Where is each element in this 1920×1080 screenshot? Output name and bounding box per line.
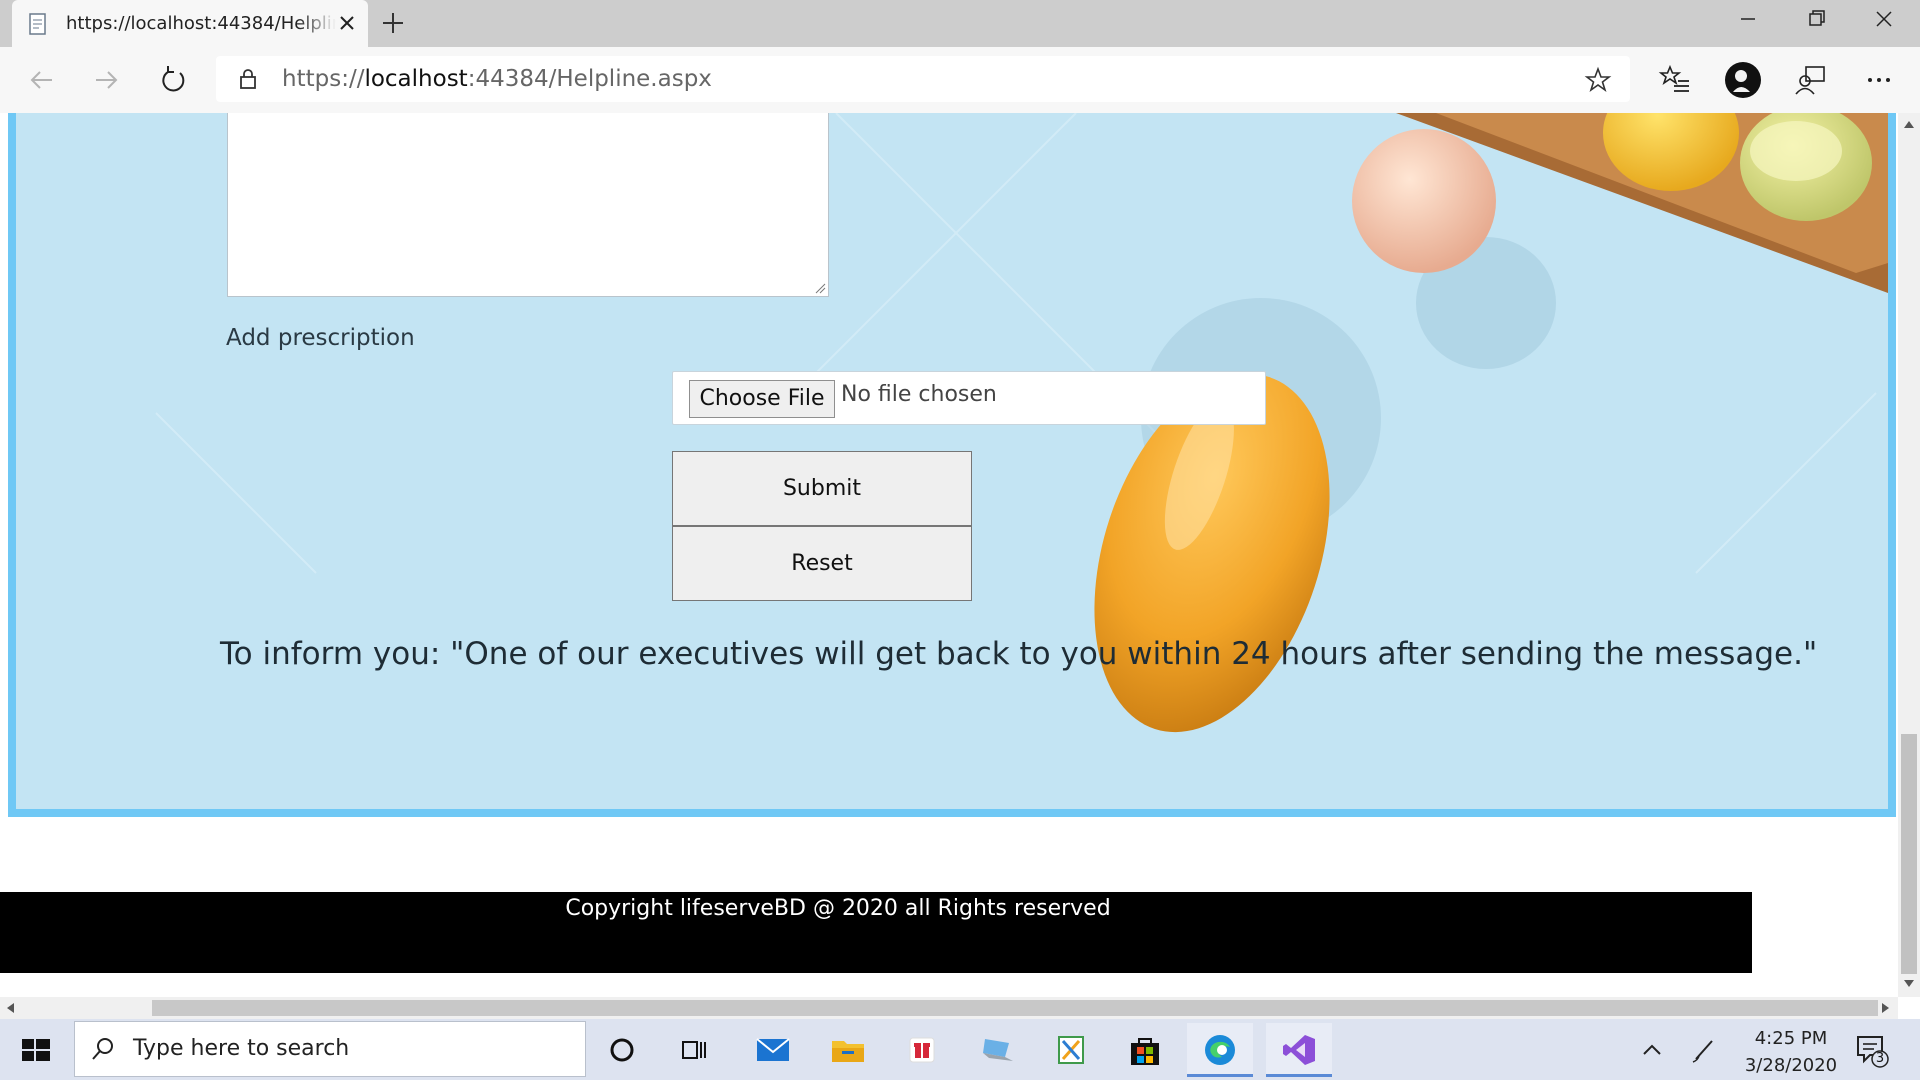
visual-studio-icon[interactable] (1266, 1023, 1332, 1077)
profile-avatar[interactable] (1724, 61, 1762, 99)
new-tab-icon[interactable] (378, 8, 408, 38)
url-host: localhost (364, 66, 468, 92)
scroll-right-icon[interactable] (1878, 1001, 1892, 1015)
system-clock[interactable]: 4:25 PM 3/28/2020 (1736, 1025, 1846, 1079)
file-status-text: No file chosen (841, 382, 997, 407)
response-time-notice: To inform you: "One of our executives wi… (220, 636, 1818, 672)
laptop-icon[interactable] (964, 1023, 1030, 1077)
message-textarea[interactable] (227, 113, 829, 297)
favorites-icon[interactable] (1656, 61, 1694, 99)
windows-start-icon[interactable] (14, 1033, 58, 1067)
navigation-bar: https://localhost:44384/Helpline.aspx (0, 47, 1920, 114)
tab-title: https://localhost:44384/Helpline.aspx (66, 13, 336, 34)
close-tab-icon[interactable] (334, 10, 360, 36)
notification-count: 3 (1875, 1051, 1885, 1066)
refresh-icon[interactable] (154, 61, 192, 99)
vertical-scroll-thumb[interactable] (1901, 734, 1917, 974)
lock-icon (240, 69, 256, 89)
search-icon (92, 1038, 113, 1060)
snip-icon[interactable] (1038, 1023, 1104, 1077)
horizontal-scroll-thumb[interactable] (152, 1000, 1878, 1016)
show-hidden-icons-icon[interactable] (1635, 1033, 1669, 1067)
address-bar[interactable]: https://localhost:44384/Helpline.aspx (216, 56, 1630, 102)
url-path: :44384/Helpline.aspx (467, 66, 712, 92)
choose-file-button[interactable]: Choose File (689, 380, 835, 418)
notification-center-button[interactable]: 3 (1852, 1031, 1892, 1071)
helpline-form-section: Add prescription Choose File No file cho… (8, 113, 1896, 817)
gift-icon[interactable] (889, 1023, 955, 1077)
prescription-label: Add prescription (226, 325, 415, 351)
scroll-left-icon[interactable] (4, 1001, 18, 1015)
page-icon (29, 13, 46, 35)
file-explorer-icon[interactable] (815, 1023, 881, 1077)
minimize-icon[interactable] (1728, 4, 1768, 34)
feedback-icon[interactable] (1792, 61, 1830, 99)
restore-icon[interactable] (1796, 4, 1836, 34)
notification-icon (1857, 1036, 1889, 1068)
scroll-down-icon[interactable] (1902, 976, 1916, 990)
forward-icon[interactable] (88, 61, 126, 99)
resize-grip-icon[interactable] (814, 282, 826, 294)
more-options-icon[interactable] (1860, 61, 1898, 99)
store-icon[interactable] (1112, 1023, 1178, 1077)
copyright-text: Copyright lifeserveBD @ 2020 all Rights … (565, 896, 1111, 921)
submit-button[interactable]: Submit (672, 451, 972, 526)
browser-tab[interactable]: https://localhost:44384/Helpline.aspx (12, 0, 368, 47)
url-scheme: https:// (282, 66, 365, 92)
page-footer: Copyright lifeserveBD @ 2020 all Rights … (0, 892, 1752, 973)
close-window-icon[interactable] (1864, 4, 1904, 34)
url-text[interactable]: https://localhost:44384/Helpline.aspx (282, 66, 712, 92)
cortana-icon[interactable] (590, 1023, 656, 1077)
windows-taskbar: Type here to search 4:25 PM 3/28/2020 3 (0, 1019, 1920, 1080)
edge-icon[interactable] (1187, 1023, 1253, 1077)
mail-icon[interactable] (740, 1023, 806, 1077)
prescription-file-input[interactable]: Choose File No file chosen (672, 371, 1266, 425)
pen-icon[interactable] (1688, 1033, 1722, 1067)
scroll-up-icon[interactable] (1902, 118, 1916, 132)
taskbar-search-box[interactable]: Type here to search (74, 1021, 586, 1077)
page-viewport: Add prescription Choose File No file cho… (0, 113, 1898, 997)
clock-time: 4:25 PM (1754, 1028, 1828, 1049)
clock-date: 3/28/2020 (1744, 1055, 1838, 1076)
task-view-icon[interactable] (662, 1023, 728, 1077)
search-placeholder: Type here to search (133, 1036, 350, 1061)
tab-strip: https://localhost:44384/Helpline.aspx (0, 0, 1920, 47)
favorite-star-icon[interactable] (1584, 66, 1612, 94)
back-icon[interactable] (22, 61, 60, 99)
reset-button[interactable]: Reset (672, 526, 972, 601)
